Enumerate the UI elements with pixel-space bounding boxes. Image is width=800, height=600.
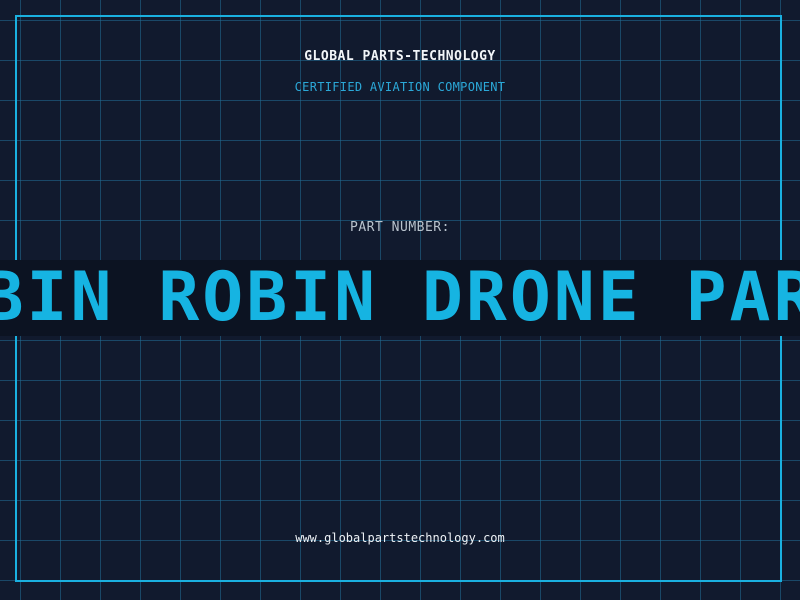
certificate-canvas: GLOBAL PARTS-TECHNOLOGY CERTIFIED AVIATI… <box>0 0 800 600</box>
certification-subtitle: CERTIFIED AVIATION COMPONENT <box>294 80 506 94</box>
website-link[interactable]: www.globalpartstechnology.com <box>0 531 800 545</box>
company-name: GLOBAL PARTS-TECHNOLOGY <box>304 49 496 64</box>
part-number-value: ROBIN ROBIN DRONE PARTS <box>0 260 800 336</box>
part-number-band: ROBIN ROBIN DRONE PARTS <box>0 260 800 336</box>
part-number-label: PART NUMBER: <box>350 220 450 235</box>
